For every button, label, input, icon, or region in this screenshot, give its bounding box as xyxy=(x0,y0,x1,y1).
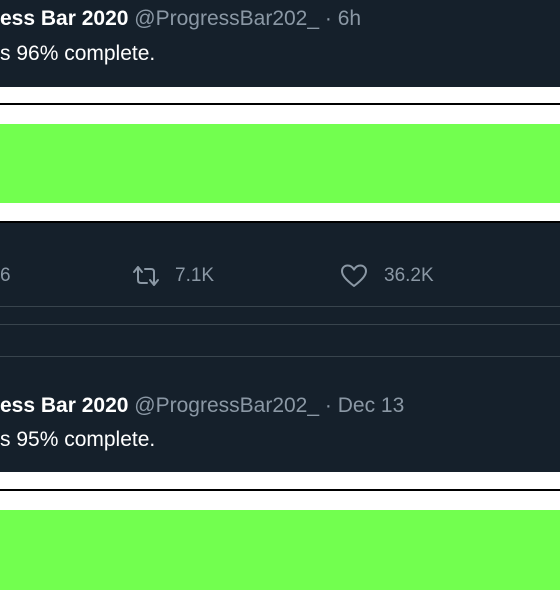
retweet-count: 7.1K xyxy=(175,265,215,286)
tweet-header: ess Bar 2020 @ProgressBar202_ · Dec 13 xyxy=(0,387,560,425)
tweet-text: s 95% complete. xyxy=(0,428,156,451)
divider xyxy=(0,356,560,357)
progress-frame-top xyxy=(0,489,560,491)
progress-fill xyxy=(0,124,560,203)
display-name[interactable]: ess Bar 2020 xyxy=(0,7,128,30)
reply-count: 6 xyxy=(0,265,11,286)
separator: · xyxy=(324,394,332,417)
timestamp[interactable]: Dec 13 xyxy=(338,394,405,417)
tweet-text: s 96% complete. xyxy=(0,42,156,65)
display-name[interactable]: ess Bar 2020 xyxy=(0,394,128,417)
separator: · xyxy=(324,7,332,30)
retweet-button[interactable]: 7.1K xyxy=(131,258,214,294)
progress-bar-image[interactable] xyxy=(0,87,560,223)
like-count: 36.2K xyxy=(384,265,434,286)
retweet-icon xyxy=(131,265,161,287)
handle[interactable]: @ProgressBar202_ xyxy=(134,394,319,417)
progress-frame-top xyxy=(0,103,560,105)
progress-frame-bottom xyxy=(0,221,560,223)
progress-fill xyxy=(0,510,560,590)
handle[interactable]: @ProgressBar202_ xyxy=(134,7,319,30)
divider xyxy=(0,324,560,325)
heart-icon xyxy=(340,264,368,288)
like-button[interactable]: 36.2K xyxy=(340,258,434,294)
tweet-header: ess Bar 2020 @ProgressBar202_ · 6h xyxy=(0,0,560,38)
tweet-actions: 6 7.1K 36.2K xyxy=(0,258,560,294)
divider xyxy=(0,306,560,307)
timestamp[interactable]: 6h xyxy=(338,7,361,30)
reply-button[interactable]: 6 xyxy=(0,258,11,294)
progress-bar-image[interactable] xyxy=(0,472,560,600)
